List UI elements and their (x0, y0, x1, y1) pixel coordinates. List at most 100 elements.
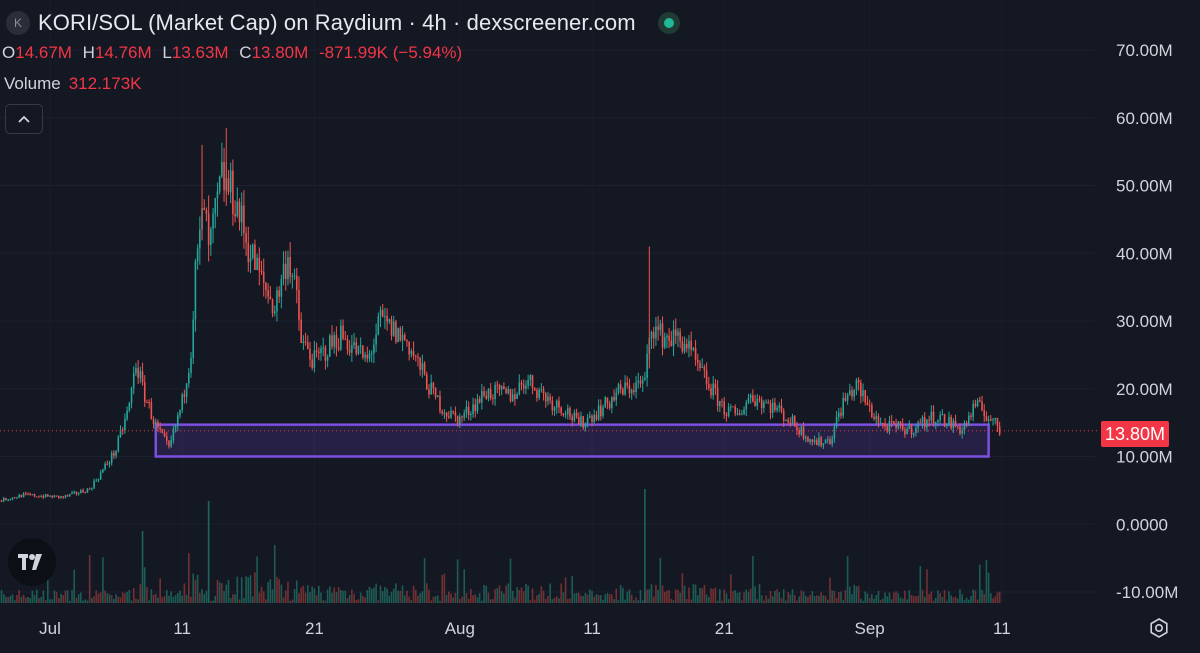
volume-bar (857, 585, 860, 603)
volume-bar (77, 594, 80, 603)
volume-bar (776, 589, 778, 603)
candle-body (205, 210, 208, 214)
candle-body (875, 416, 878, 419)
volume-bar (362, 596, 364, 603)
volume-bar (721, 600, 723, 603)
candle-body (18, 494, 20, 498)
volume-bar (135, 598, 137, 603)
volume-bar (170, 591, 172, 603)
candle-body (337, 347, 340, 350)
candle-body (102, 469, 104, 473)
volume-bar (443, 573, 446, 603)
candle-body (791, 416, 794, 425)
candle-body (13, 497, 16, 499)
candle-body (344, 338, 347, 340)
candle-body (492, 398, 494, 400)
candle-body (769, 403, 772, 413)
candle-body (86, 488, 89, 493)
volume-bar (399, 590, 402, 603)
candle-body (571, 416, 573, 421)
volume-bar (505, 585, 507, 603)
candle-body (188, 372, 190, 384)
candle-body (941, 414, 944, 416)
candle-body (732, 406, 734, 408)
candle-body (236, 201, 239, 217)
candle-body (888, 420, 891, 432)
volume-bar (13, 600, 16, 603)
volume-bar (448, 591, 450, 603)
candle-body (143, 382, 146, 403)
candle-body (699, 362, 701, 368)
volume-bar (176, 593, 179, 603)
candle-body (981, 401, 983, 411)
candle-body (240, 205, 243, 223)
volume-bar (117, 596, 120, 603)
volume-bar (7, 597, 9, 603)
candle-body (754, 401, 756, 406)
candle-body (926, 419, 928, 428)
volume-bar (397, 590, 399, 603)
volume-bar (906, 599, 908, 603)
candle-body (606, 397, 609, 404)
volume-bar (152, 594, 155, 603)
volume-bar (132, 587, 135, 603)
volume-bar (908, 589, 911, 603)
candle-body (529, 375, 532, 380)
volume-bar (707, 597, 710, 603)
candle-body (417, 356, 419, 358)
candle-body (549, 396, 551, 401)
candlestick-chart[interactable]: 70.00M 60.00M 50.00M 40.00M 30.00M 20.00M 10.0… (0, 0, 1200, 653)
candle-body (597, 405, 600, 420)
volume-bar (652, 596, 655, 603)
volume-bar (864, 591, 867, 603)
candle-body (329, 335, 331, 357)
volume-bar (540, 586, 543, 603)
candle-body (7, 499, 9, 501)
candle-body (260, 270, 263, 272)
volume-bar (500, 591, 503, 603)
volume-bar (566, 599, 569, 603)
chart-title: KORI/SOL (Market Cap) on Raydium · 4h · … (38, 10, 636, 35)
volume-bar (756, 599, 759, 603)
volume-bar (42, 590, 45, 603)
collapse-legend-button[interactable] (5, 104, 43, 134)
volume-bar (555, 596, 558, 603)
volume-bar (954, 596, 957, 603)
volume-bar (787, 592, 789, 603)
volume-bar (551, 599, 554, 603)
symbol-icon: K (6, 11, 30, 35)
candle-body (804, 437, 807, 439)
volume-bar (615, 588, 618, 603)
candle-body (796, 426, 798, 431)
candle-body (51, 495, 54, 498)
volume-bar (141, 531, 144, 603)
volume-bar (926, 569, 928, 603)
volume-bar (75, 597, 78, 603)
candle-body (412, 351, 415, 356)
volume-bar (278, 579, 280, 603)
candle-body (223, 161, 225, 191)
volume-bar (188, 553, 190, 603)
candle-body (712, 383, 715, 396)
volume-bar (174, 595, 177, 603)
tradingview-logo-icon[interactable] (8, 538, 56, 586)
volume-bar (835, 597, 838, 603)
candle-body (214, 198, 217, 214)
candle-body (871, 405, 873, 418)
candle-body (16, 497, 18, 499)
candle-body (584, 423, 587, 428)
candle-body (919, 422, 922, 424)
candle-body (626, 382, 629, 386)
volume-bar (998, 591, 1001, 603)
candle-body (289, 257, 291, 277)
candle-body (972, 403, 974, 417)
candle-body (69, 493, 71, 496)
last-price-label: 13.80M (1101, 421, 1169, 447)
candle-body (553, 407, 556, 411)
gear-icon[interactable] (1147, 616, 1171, 640)
candle-body (38, 496, 40, 498)
volume-bar (584, 592, 587, 603)
volume-bar (262, 591, 265, 603)
volume-value: 312.173K (68, 74, 142, 93)
candle-body (40, 496, 42, 498)
